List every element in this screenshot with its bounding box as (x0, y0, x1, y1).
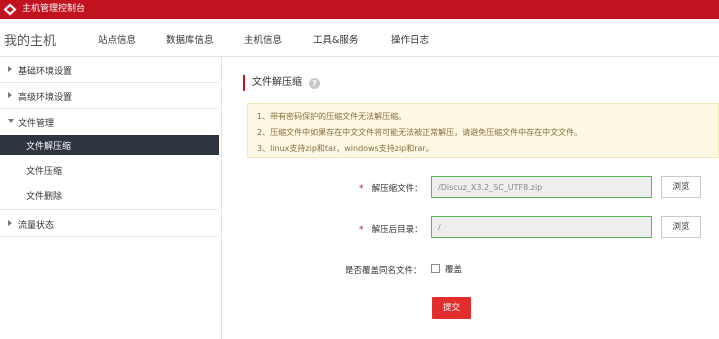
required-mark: * (359, 184, 364, 194)
notice-box: 1、带有密码保护的压缩文件无法解压缩。 2、压缩文件中如果存在中文文件将可能无法… (247, 103, 719, 158)
sidebar-item-delete[interactable]: 文件删除 (0, 185, 219, 210)
archive-file-input[interactable] (431, 176, 652, 198)
sidebar-item-unzip[interactable]: 文件解压缩 (0, 135, 219, 155)
sidebar-item-compress[interactable]: 文件压缩 (0, 160, 219, 180)
sidebar-item-label: 文件压缩 (26, 167, 63, 177)
nav-tools-services[interactable]: 工具&服务 (313, 32, 358, 46)
overwrite-label[interactable]: 覆盖 (445, 263, 462, 275)
nav-site-info[interactable]: 站点信息 (98, 32, 136, 46)
notice-line: 1、带有密码保护的压缩文件无法解压缩。 (257, 112, 407, 121)
archive-file-label-text: 解压缩文件： (371, 184, 423, 194)
sidebar-group-basic-env[interactable]: 基础环境设置 (0, 57, 219, 83)
archive-file-label: * 解压缩文件： (359, 182, 423, 194)
nav-operation-log[interactable]: 操作日志 (391, 32, 429, 46)
nav-host-info[interactable]: 主机信息 (244, 32, 282, 46)
sidebar-group-file-mgmt[interactable]: 文件管理 (0, 109, 219, 135)
browse-archive-button[interactable]: 浏览 (661, 176, 701, 198)
target-dir-label-text: 解压后目录： (371, 225, 423, 235)
chevron-right-icon (8, 220, 12, 226)
sidebar-group-traffic[interactable]: 流量状态 (0, 211, 219, 237)
sidebar: 基础环境设置 高级环境设置 文件管理 文件解压缩 文件压缩 文件删除 流量状态 (0, 57, 222, 339)
target-dir-input[interactable] (431, 216, 652, 238)
notice-line: 2、压缩文件中如果存在中文文件将可能无法被正常解压，请避免压缩文件中存在中文文件… (257, 128, 583, 137)
chevron-down-icon (8, 119, 14, 123)
submit-button[interactable]: 提交 (432, 297, 471, 319)
chevron-right-icon (8, 66, 12, 72)
sidebar-group-label: 文件管理 (18, 119, 55, 129)
target-dir-label: * 解压后目录： (359, 223, 423, 235)
page-title: 文件解压缩 (243, 75, 302, 91)
sidebar-item-label: 文件删除 (26, 192, 63, 202)
help-icon[interactable]: ? (309, 78, 320, 89)
chevron-right-icon (8, 92, 12, 98)
overwrite-checkbox[interactable] (431, 264, 440, 273)
overwrite-question: 是否覆盖同名文件： (345, 266, 422, 276)
sidebar-group-label: 高级环境设置 (18, 93, 73, 103)
main-nav: 我的主机 站点信息 数据库信息 主机信息 工具&服务 操作日志 (0, 19, 719, 57)
browse-target-button[interactable]: 浏览 (661, 216, 701, 238)
notice-line: 3、linux支持zip和tar，windows支持zip和rar。 (257, 144, 434, 153)
required-mark: * (359, 225, 364, 235)
sidebar-group-label: 流量状态 (18, 221, 55, 231)
diamond-logo-icon (3, 3, 17, 16)
my-host-title[interactable]: 我的主机 (4, 30, 56, 49)
sidebar-item-label: 文件解压缩 (26, 142, 72, 152)
sidebar-group-label: 基础环境设置 (18, 67, 73, 77)
top-bar: 主机管理控制台 (0, 0, 719, 19)
console-title: 主机管理控制台 (22, 4, 86, 14)
sidebar-group-advanced-env[interactable]: 高级环境设置 (0, 83, 219, 109)
nav-database-info[interactable]: 数据库信息 (166, 32, 214, 46)
